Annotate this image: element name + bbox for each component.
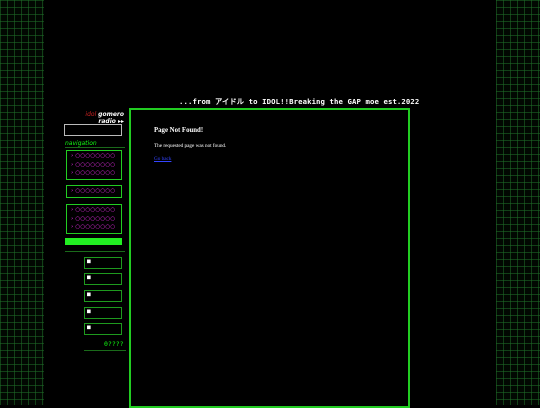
search-input[interactable] xyxy=(64,124,122,136)
sidebar-mini-box[interactable]: ■ xyxy=(84,273,122,285)
nav-link[interactable]: › ○○○○○○○○ xyxy=(71,187,121,196)
site-tagline: ...from アイドル to IDOL!!Breaking the GAP m… xyxy=(179,97,420,106)
sidebar-mini-box[interactable]: ■ xyxy=(84,257,122,269)
chevron-right-icon: › xyxy=(71,207,74,213)
chevron-right-icon: › xyxy=(71,188,74,194)
nav-link[interactable]: › ○○○○○○○○ xyxy=(71,169,121,178)
right-grid-background xyxy=(496,0,540,405)
nav-heading: navigation xyxy=(65,140,97,147)
nav-group-2: › ○○○○○○○○ xyxy=(66,185,122,198)
error-message: The requested page was not found. xyxy=(154,143,227,149)
chevron-right-icon: › xyxy=(71,170,74,176)
sidebar-green-banner[interactable] xyxy=(65,238,122,245)
sidebar-divider xyxy=(65,251,125,252)
chevron-right-icon: › xyxy=(71,161,74,168)
nav-link[interactable]: › ○○○○○○○○ xyxy=(71,206,121,215)
nav-link[interactable]: › ○○○○○○○○ xyxy=(71,161,121,170)
placeholder-icon: ■ xyxy=(87,308,91,315)
nav-link[interactable]: › ○○○○○○○○ xyxy=(71,215,121,224)
placeholder-icon: ■ xyxy=(87,324,91,331)
nav-group-3: › ○○○○○○○○ › ○○○○○○○○ › ○○○○○○○○ xyxy=(66,204,122,234)
nav-group-1: › ○○○○○○○○ › ○○○○○○○○ › ○○○○○○○○ xyxy=(66,150,122,180)
nav-link[interactable]: › ○○○○○○○○ xyxy=(71,152,121,161)
chevron-right-icon: › xyxy=(71,224,74,230)
visitor-counter: 0???? xyxy=(104,340,124,348)
logo-gomero-text: gomero xyxy=(98,111,124,118)
nav-divider xyxy=(65,147,125,148)
placeholder-icon: ■ xyxy=(87,274,91,281)
page-title: Page Not Found! xyxy=(154,127,204,134)
site-logo[interactable]: idol gomero radio ▸▸ xyxy=(62,111,124,125)
sidebar-mini-box[interactable]: ■ xyxy=(84,307,122,319)
main-content-panel xyxy=(129,108,410,408)
sidebar-mini-box[interactable]: ■ xyxy=(84,290,122,302)
placeholder-icon: ■ xyxy=(87,258,91,265)
chevron-right-icon: › xyxy=(71,215,74,222)
placeholder-icon: ■ xyxy=(87,291,91,298)
nav-link[interactable]: › ○○○○○○○○ xyxy=(71,223,121,232)
sidebar-mini-box[interactable]: ■ xyxy=(84,323,122,335)
chevron-right-icon: › xyxy=(71,153,74,159)
logo-idol-text: idol xyxy=(85,111,97,118)
left-grid-background xyxy=(0,0,44,405)
counter-divider xyxy=(84,350,126,351)
back-link[interactable]: Go back xyxy=(154,156,171,162)
